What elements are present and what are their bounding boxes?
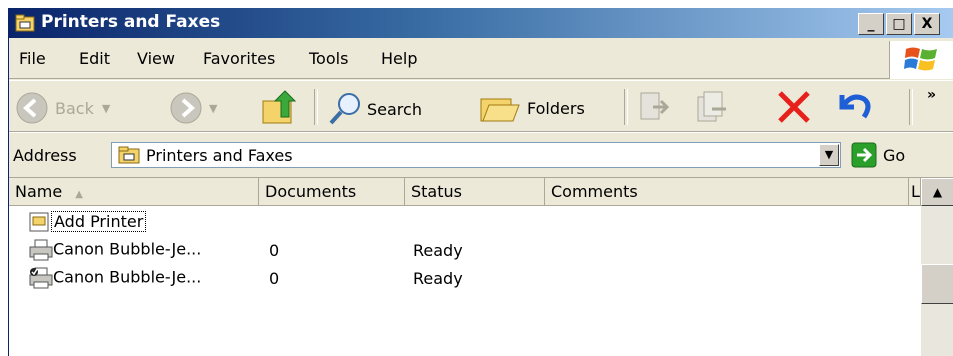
address-label: Address [13, 146, 77, 165]
go-button[interactable]: Go [851, 142, 905, 168]
add-printer-icon [29, 212, 49, 232]
printer-documents: 0 [269, 241, 280, 260]
back-button[interactable]: Back ▼ [15, 91, 110, 125]
printers-list: Name ▲ Documents Status Comments L Add P… [9, 178, 953, 356]
address-input[interactable]: Printers and Faxes ▼ [111, 142, 841, 168]
column-name-label: Name [15, 182, 63, 201]
forward-dropdown-icon[interactable]: ▼ [209, 102, 217, 115]
printer-name: Canon Bubble-Je... [53, 239, 202, 259]
column-header-name[interactable]: Name ▲ [9, 178, 259, 206]
printer-icon [29, 239, 53, 261]
table-row[interactable]: Canon Bubble-Je... [29, 239, 201, 261]
toolbar-separator [624, 89, 628, 125]
address-bar: Address Printers and Faxes ▼ Go [9, 132, 953, 178]
forward-button[interactable]: ▼ [169, 91, 217, 125]
menu-favorites[interactable]: Favorites [203, 49, 275, 68]
menu-tools[interactable]: Tools [309, 49, 348, 68]
column-header-documents[interactable]: Documents [259, 178, 405, 206]
default-printer-icon [29, 267, 53, 289]
standard-toolbar: Back ▼ ▼ Search Folders » [9, 80, 953, 132]
copy-to-icon [697, 91, 726, 122]
windows-flag-icon [904, 47, 937, 71]
menu-help[interactable]: Help [381, 49, 417, 68]
delete-x-icon [778, 91, 810, 123]
printer-folder-icon [118, 146, 140, 164]
printer-status: Ready [413, 241, 463, 260]
minimize-button[interactable]: _ [858, 13, 884, 35]
scroll-thumb[interactable] [921, 264, 953, 304]
explorer-window: Printers and Faxes _ □ X File Edit View … [8, 8, 953, 356]
folders-button[interactable]: Folders [479, 91, 585, 125]
printer-name: Canon Bubble-Je... [53, 267, 202, 287]
toolbar-separator [314, 89, 318, 125]
printer-status: Ready [413, 269, 463, 288]
go-arrow-icon [851, 142, 877, 168]
up-folder-icon [262, 90, 297, 124]
menu-file[interactable]: File [19, 49, 46, 68]
forward-arrow-icon [170, 92, 202, 124]
window-title: Printers and Faxes [41, 12, 221, 32]
address-value: Printers and Faxes [146, 146, 293, 165]
menu-view[interactable]: View [137, 49, 175, 68]
go-label: Go [883, 145, 906, 165]
list-item[interactable]: Add Printer [27, 210, 147, 233]
printer-folder-icon [15, 14, 35, 32]
back-arrow-icon [16, 92, 48, 124]
folders-label: Folders [527, 98, 585, 118]
close-button[interactable]: X [914, 13, 940, 35]
back-label: Back [55, 98, 94, 118]
delete-button[interactable] [774, 89, 814, 125]
column-header-comments[interactable]: Comments [545, 178, 909, 206]
back-dropdown-icon[interactable]: ▼ [102, 102, 110, 115]
windows-logo [889, 41, 953, 79]
vertical-scrollbar[interactable]: ▲ [921, 178, 953, 356]
toolbar-separator [909, 89, 913, 125]
search-magnifier-icon [329, 93, 360, 125]
folders-icon [480, 98, 520, 122]
undo-button[interactable] [834, 89, 874, 125]
undo-arrow-icon [839, 94, 871, 119]
scroll-up-button[interactable]: ▲ [921, 178, 953, 206]
title-bar[interactable]: Printers and Faxes _ □ X [9, 8, 953, 38]
up-folder-button[interactable] [259, 87, 299, 127]
copy-to-button[interactable] [694, 89, 730, 125]
item-name: Add Printer [51, 210, 147, 232]
search-label: Search [367, 99, 422, 119]
sort-ascending-icon: ▲ [75, 189, 83, 200]
column-header-status[interactable]: Status [405, 178, 545, 206]
move-to-icon [640, 92, 670, 120]
column-header-location[interactable]: L [909, 178, 921, 206]
address-dropdown-button[interactable]: ▼ [819, 144, 839, 166]
maximize-button[interactable]: □ [886, 13, 912, 35]
table-row[interactable]: Canon Bubble-Je... [29, 267, 201, 289]
menu-bar: File Edit View Favorites Tools Help [9, 40, 953, 79]
printer-documents: 0 [269, 269, 280, 288]
search-button[interactable]: Search [327, 91, 422, 127]
menu-edit[interactable]: Edit [79, 49, 110, 68]
move-to-button[interactable] [637, 89, 671, 125]
toolbar-overflow-chevron[interactable]: » [927, 87, 936, 103]
